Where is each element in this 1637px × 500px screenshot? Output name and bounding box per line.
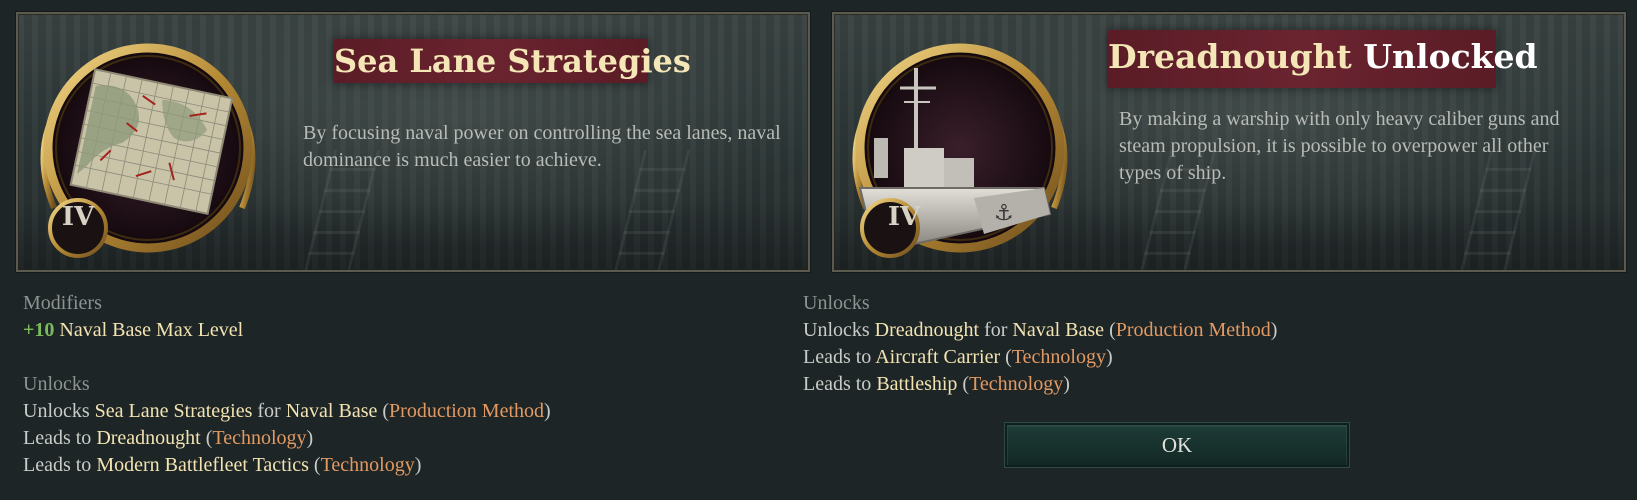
paren: ( (200, 427, 213, 449)
unlock-item-link[interactable]: Sea Lane Strategies (95, 400, 253, 422)
type-link[interactable]: Technology (321, 454, 415, 476)
unlock-line: Leads to Battleship (Technology) (803, 371, 1277, 398)
section-heading: Unlocks (23, 373, 90, 395)
paren: ( (957, 373, 970, 395)
unlocks-section: Unlocks Unlocks Dreadnought for Naval Ba… (803, 290, 1277, 398)
unlocks-section: Unlocks Unlocks Sea Lane Strategies for … (23, 371, 551, 479)
type-link[interactable]: Technology (969, 373, 1063, 395)
paren: ) (1270, 319, 1278, 341)
modifier-value: +10 (23, 319, 55, 341)
type-link[interactable]: Technology (1012, 346, 1106, 368)
paren: ) (306, 427, 314, 449)
unlock-mid: for (252, 400, 286, 422)
technology-link[interactable]: Modern Battlefleet Tactics (96, 454, 309, 476)
unlock-mid: for (979, 319, 1013, 341)
technology-link[interactable]: Aircraft Carrier (875, 346, 1000, 368)
section-heading: Unlocks (803, 292, 870, 314)
paren: ) (1063, 373, 1070, 395)
unlock-line: Unlocks Dreadnought for Naval Base (Prod… (803, 317, 1277, 344)
tier-badge: IV (61, 202, 95, 232)
unlock-item-link[interactable]: Dreadnought (875, 319, 979, 341)
building-link[interactable]: Naval Base (1012, 319, 1104, 341)
event-title-word: Unlocked (1363, 37, 1538, 76)
event-description: By making a warship with only heavy cali… (1119, 108, 1560, 184)
section-heading: Modifiers (23, 292, 102, 314)
event-description: By focusing naval power on controlling t… (303, 122, 781, 171)
left-event-panel: IV Sea Lane Strategies By focusing naval… (0, 0, 818, 500)
unlock-line: Leads to Aircraft Carrier (Technology) (803, 344, 1277, 371)
unlock-prefix: Unlocks (23, 400, 95, 422)
modifier-label[interactable]: Naval Base Max Level (59, 319, 243, 341)
paren: ( (377, 400, 390, 422)
modifiers-section: Modifiers +10 Naval Base Max Level (23, 290, 243, 344)
unlock-line: Leads to Dreadnought (Technology) (23, 425, 551, 452)
paren: ( (1104, 319, 1116, 341)
event-header-card: ⚓ IV Dreadnought Unlocked By making a wa… (832, 12, 1626, 272)
unlock-prefix: Leads to (23, 454, 97, 476)
tier-badge: IV (887, 202, 921, 232)
unlock-line: Leads to Modern Battlefleet Tactics (Tec… (23, 452, 551, 479)
paren: ) (1105, 346, 1113, 368)
paren: ) (544, 400, 551, 422)
unlock-prefix: Leads to (803, 346, 876, 368)
svg-text:⚓: ⚓ (994, 201, 1014, 226)
unlock-prefix: Unlocks (803, 319, 875, 341)
building-link[interactable]: Naval Base (286, 400, 378, 422)
unlock-prefix: Leads to (23, 427, 97, 449)
technology-link[interactable]: Dreadnought (96, 427, 200, 449)
paren: ( (308, 454, 321, 476)
ok-button[interactable]: OK (1004, 422, 1350, 468)
paren: ) (414, 454, 422, 476)
type-link[interactable]: Production Method (389, 400, 544, 422)
unlock-line: Unlocks Sea Lane Strategies for Naval Ba… (23, 398, 551, 425)
unlock-prefix: Leads to (803, 373, 877, 395)
paren: ( (1000, 346, 1012, 368)
modifier-line: +10 Naval Base Max Level (23, 317, 243, 344)
type-link[interactable]: Production Method (1116, 319, 1271, 341)
technology-link[interactable]: Battleship (876, 373, 957, 395)
event-title: Sea Lane Strategies (334, 39, 691, 83)
event-title: Dreadnought Unlocked (1108, 30, 1538, 88)
type-link[interactable]: Technology (212, 427, 306, 449)
event-title-word: Dreadnought (1108, 37, 1352, 76)
event-header-card: IV Sea Lane Strategies By focusing naval… (16, 12, 810, 272)
